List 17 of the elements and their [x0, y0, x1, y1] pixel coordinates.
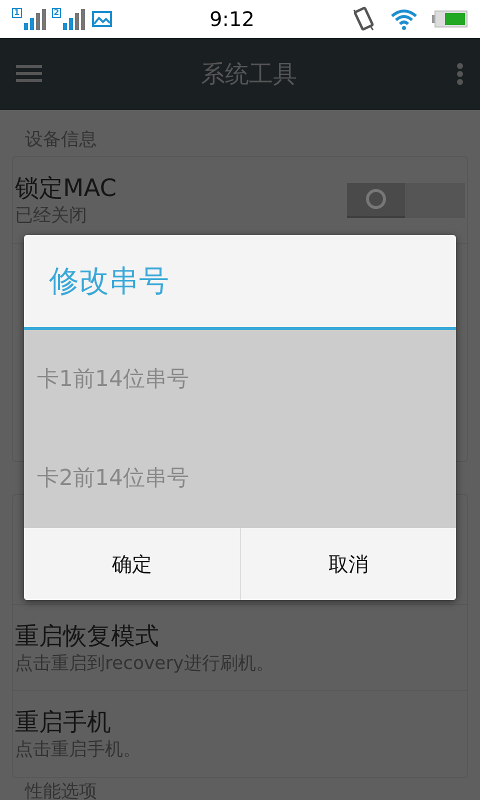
dialog-title: 修改串号: [49, 262, 169, 300]
clock: 9:12: [208, 6, 256, 33]
setting-title: 锁定MAC: [15, 173, 118, 204]
app-title: 系统工具: [200, 59, 298, 90]
setting-title: 重启手机: [15, 707, 112, 738]
dialog-button[interactable]: 取消: [240, 528, 456, 600]
menu-icon[interactable]: [16, 65, 42, 83]
wifi-icon: [390, 8, 418, 30]
battery-icon: [432, 10, 468, 28]
dialog-button[interactable]: 确定: [24, 528, 240, 600]
image-icon: [91, 9, 114, 29]
setting-title: 重启恢复模式: [15, 620, 160, 652]
vibrate-icon: [352, 6, 376, 32]
input-field[interactable]: 卡2前14位串号: [24, 429, 456, 528]
more-icon[interactable]: [456, 62, 464, 86]
input-field[interactable]: 卡1前14位串号: [24, 330, 456, 429]
toggle-switch[interactable]: [347, 182, 465, 218]
